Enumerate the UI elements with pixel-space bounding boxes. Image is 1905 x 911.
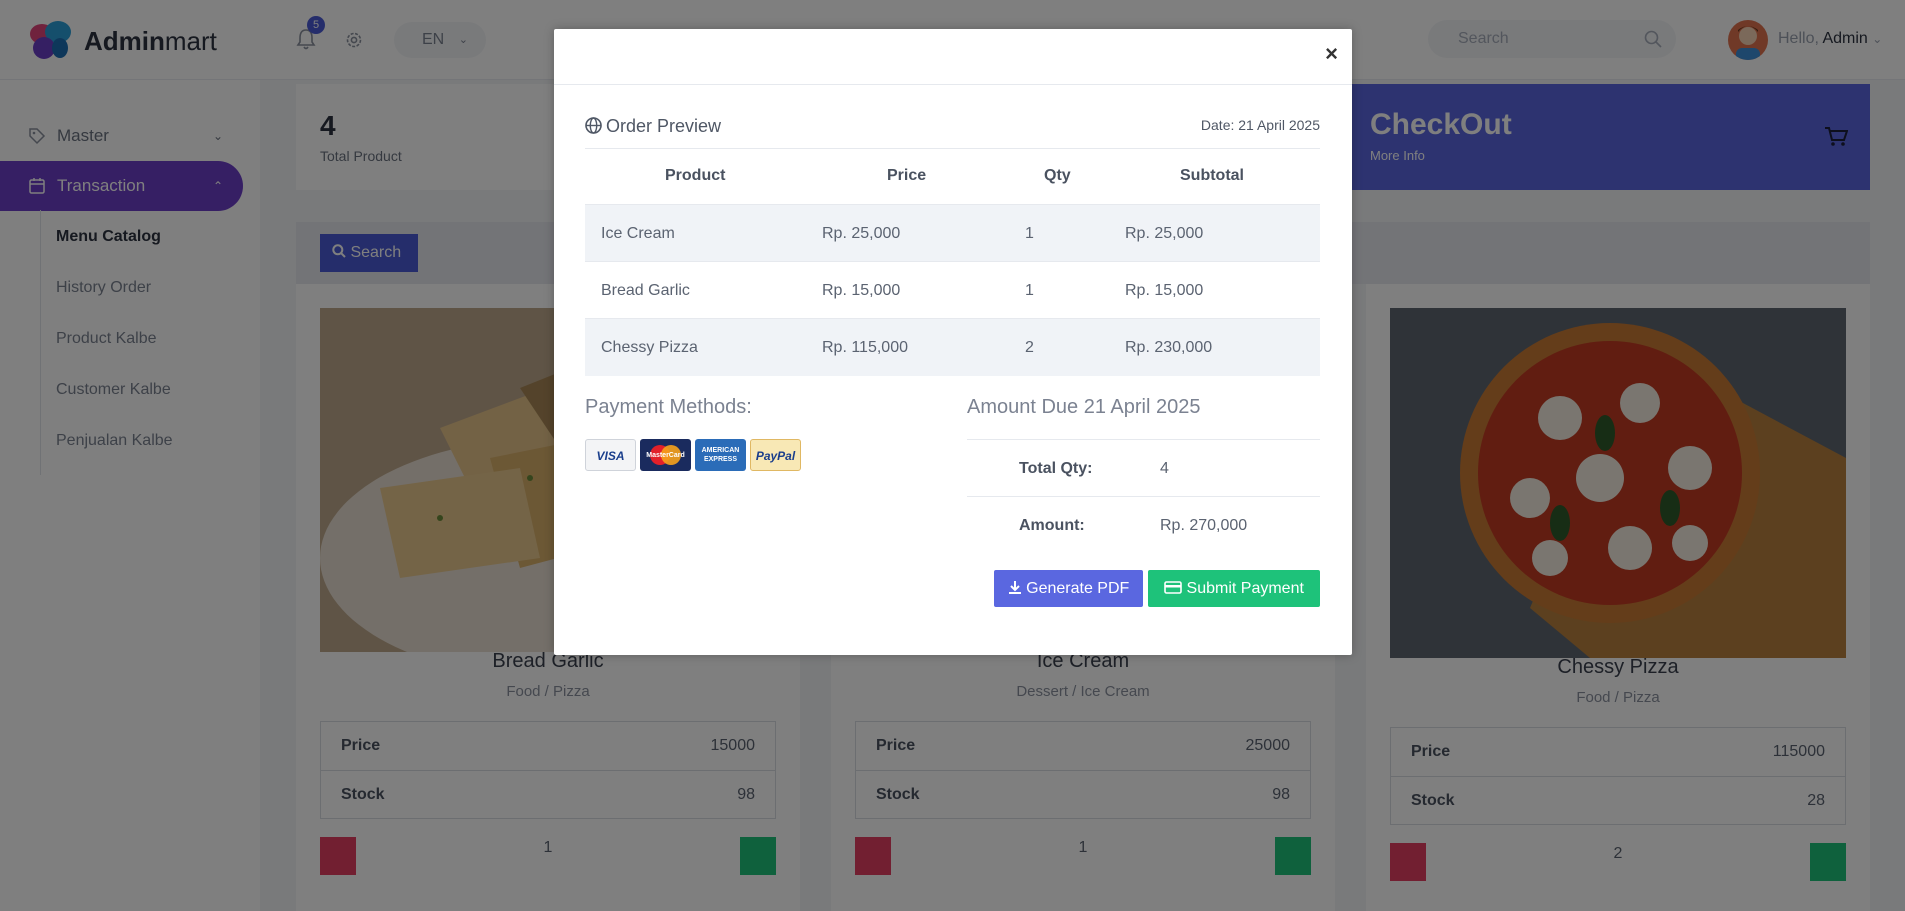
paypal-icon: PayPal [750,439,801,471]
total-qty-value: 4 [1160,460,1169,477]
total-qty-label: Total Qty: [1019,460,1093,477]
cell-subtotal: Rp. 15,000 [1125,282,1204,299]
column-header: Product [665,167,726,184]
cell-qty: 1 [1025,225,1034,242]
order-table: Product Price Qty Subtotal Ice Cream Rp.… [585,148,1320,376]
table-header-row: Product Price Qty Subtotal [585,149,1320,205]
amount-value: Rp. 270,000 [1160,517,1248,534]
column-header: Qty [1044,167,1071,184]
modal-header: × [554,29,1352,85]
cell-product: Ice Cream [601,225,675,242]
mastercard-icon: MasterCard [640,439,691,471]
payment-cards: VISA MasterCard AMERICAN EXPRESS PayPal [585,439,801,471]
modal-title-text: Order Preview [606,116,722,136]
generate-pdf-label: Generate PDF [1026,580,1130,597]
total-qty-row: Total Qty: 4 [967,440,1320,497]
modal-title: Order Preview [585,116,721,137]
amount-table: Total Qty: 4 Amount: Rp. 270,000 [967,439,1320,554]
generate-pdf-button[interactable]: Generate PDF [994,570,1143,607]
amex-icon: AMERICAN EXPRESS [695,439,746,471]
payment-methods-title: Payment Methods: [585,396,752,418]
cell-qty: 2 [1025,339,1034,356]
cell-product: Chessy Pizza [601,339,698,356]
order-date: Date: 21 April 2025 [1200,117,1320,133]
cell-subtotal: Rp. 230,000 [1125,339,1213,356]
amount-due-title: Amount Due 21 April 2025 [967,396,1201,418]
amount-label: Amount: [1019,517,1085,534]
visa-icon: VISA [585,439,636,471]
amount-row: Amount: Rp. 270,000 [967,497,1320,554]
download-icon [1008,581,1021,594]
mastercard-label: MasterCard [646,452,685,459]
submit-payment-label: Submit Payment [1186,580,1304,597]
order-preview-modal: × Order Preview Date: 21 April 2025 Prod… [554,29,1352,655]
table-row: Ice Cream Rp. 25,000 1 Rp. 25,000 [585,205,1320,262]
cell-price: Rp. 115,000 [822,339,908,356]
cell-product: Bread Garlic [601,282,690,299]
globe-icon [585,117,602,134]
close-icon[interactable]: × [1325,41,1338,67]
credit-card-icon [1164,581,1182,594]
column-header: Subtotal [1180,167,1244,184]
table-row: Chessy Pizza Rp. 115,000 2 Rp. 230,000 [585,319,1320,376]
table-row: Bread Garlic Rp. 15,000 1 Rp. 15,000 [585,262,1320,319]
cell-qty: 1 [1025,282,1034,299]
submit-payment-button[interactable]: Submit Payment [1148,570,1320,607]
cell-price: Rp. 25,000 [822,225,901,242]
column-header: Price [887,167,927,184]
cell-price: Rp. 15,000 [822,282,901,299]
cell-subtotal: Rp. 25,000 [1125,225,1204,242]
